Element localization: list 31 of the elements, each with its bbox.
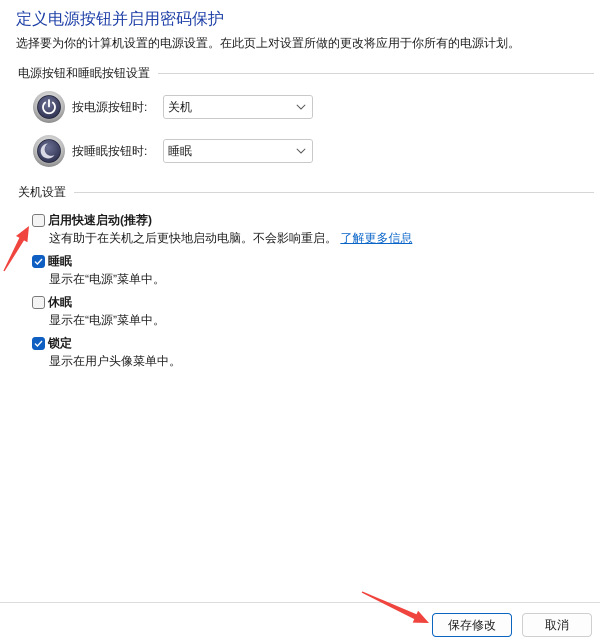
option-label: 启用快速启动(推荐) (48, 212, 152, 229)
annotation-arrow (3, 226, 29, 272)
cancel-button[interactable]: 取消 (522, 613, 592, 637)
option-description: 这有助于在关机之后更快地启动电脑。不会影响重启。 了解更多信息 (49, 231, 412, 245)
section-heading: 关机设置 (18, 184, 66, 201)
option-label: 休眠 (48, 294, 72, 311)
setting-label: 按电源按钮时: (72, 99, 148, 116)
checkbox[interactable] (32, 254, 45, 268)
learn-more-link[interactable]: 了解更多信息 (340, 231, 412, 245)
option-description: 显示在“电源”菜单中。 (49, 272, 165, 286)
dropdown[interactable]: 睡眠 (163, 139, 313, 163)
moon-icon (33, 135, 65, 167)
power-icon (33, 91, 65, 123)
checkbox[interactable] (32, 296, 45, 308)
option-label: 锁定 (48, 335, 72, 352)
option-description: 显示在“电源”菜单中。 (49, 313, 165, 327)
checkbox[interactable] (32, 214, 45, 226)
setting-label: 按睡眠按钮时: (72, 143, 148, 160)
check-icon (34, 258, 43, 264)
dropdown[interactable]: 关机 (163, 95, 313, 119)
annotation-arrow (362, 591, 429, 623)
section-heading: 电源按钮和睡眠按钮设置 (18, 65, 150, 82)
chevron-down-icon (296, 148, 306, 154)
page-description: 选择要为你的计算机设置的电源设置。在此页上对设置所做的更改将应用于你所有的电源计划。 (16, 35, 521, 52)
save-button[interactable]: 保存修改 (432, 613, 512, 637)
page-title: 定义电源按钮并启用密码保护 (16, 10, 225, 30)
chevron-down-icon (296, 104, 306, 110)
checkbox[interactable] (32, 336, 45, 350)
check-icon (34, 340, 43, 346)
option-label: 睡眠 (48, 253, 72, 270)
option-description: 显示在用户头像菜单中。 (49, 354, 181, 368)
